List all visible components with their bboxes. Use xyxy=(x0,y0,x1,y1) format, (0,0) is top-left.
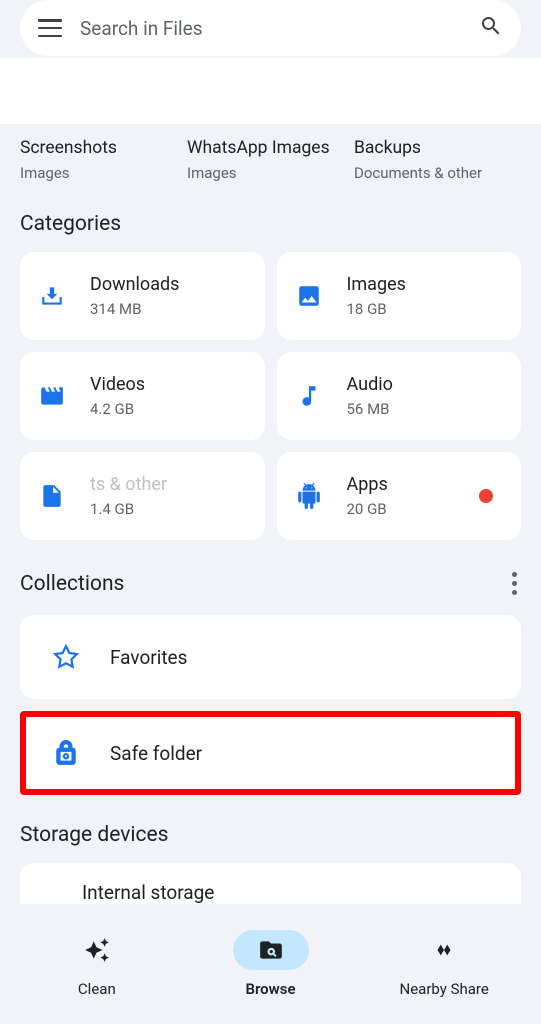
category-size: 4.2 GB xyxy=(90,400,145,418)
category-audio[interactable]: Audio 56 MB xyxy=(277,352,522,440)
search-bar[interactable]: Search in Files xyxy=(20,0,521,56)
folder-screenshots[interactable]: Screenshots Images xyxy=(20,138,187,182)
category-title: Images xyxy=(347,274,406,295)
category-title: Videos xyxy=(90,374,145,395)
clean-icon xyxy=(59,930,135,970)
nav-label: Browse xyxy=(245,980,295,998)
apps-icon xyxy=(295,482,323,510)
nav-label: Clean xyxy=(78,980,116,998)
storage-header: Storage devices xyxy=(0,795,541,863)
collections-header: Collections xyxy=(0,540,541,615)
folder-sub: Images xyxy=(20,164,187,182)
category-title: Apps xyxy=(347,474,388,495)
category-downloads[interactable]: Downloads 314 MB xyxy=(20,252,265,340)
category-title: ts & other xyxy=(90,474,167,495)
collections-title: Collections xyxy=(20,572,124,596)
category-documents[interactable]: ts & other 1.4 GB xyxy=(20,452,265,540)
category-size: 314 MB xyxy=(90,300,179,318)
nav-label: Nearby Share xyxy=(400,980,489,998)
folder-title: Screenshots xyxy=(20,138,187,158)
nearby-share-icon xyxy=(406,930,482,970)
nav-browse[interactable]: Browse xyxy=(184,930,358,998)
bottom-nav: Clean Browse Nearby Share xyxy=(0,914,541,1024)
menu-icon[interactable] xyxy=(38,19,62,37)
storage-item-title: Internal storage xyxy=(82,881,214,904)
image-icon xyxy=(295,282,323,310)
more-icon[interactable] xyxy=(508,568,521,599)
video-icon xyxy=(38,382,66,410)
collection-favorites[interactable]: Favorites xyxy=(20,615,521,699)
search-icon[interactable] xyxy=(479,14,503,42)
folder-whatsapp[interactable]: WhatsApp Images Images xyxy=(187,138,354,182)
highlight-annotation: Safe folder xyxy=(20,711,521,795)
collection-safe-folder[interactable]: Safe folder xyxy=(26,717,515,789)
category-size: 56 MB xyxy=(347,400,393,418)
folder-title: Backups xyxy=(354,138,521,158)
collection-title: Safe folder xyxy=(110,742,202,765)
nav-clean[interactable]: Clean xyxy=(10,930,184,998)
recent-folders: Screenshots Images WhatsApp Images Image… xyxy=(0,124,541,200)
lock-icon xyxy=(52,739,80,767)
category-grid: Downloads 314 MB Images 18 GB Videos 4.2… xyxy=(0,252,541,540)
document-icon xyxy=(38,482,66,510)
download-icon xyxy=(38,282,66,310)
search-placeholder: Search in Files xyxy=(80,17,461,40)
category-size: 18 GB xyxy=(347,300,406,318)
categories-header: Categories xyxy=(0,200,541,252)
folder-sub: Images xyxy=(187,164,354,182)
category-size: 20 GB xyxy=(347,500,388,518)
thumbnail-strip xyxy=(0,58,541,124)
star-icon xyxy=(52,643,80,671)
collections-list: Favorites Safe folder xyxy=(0,615,541,795)
category-title: Downloads xyxy=(90,274,179,295)
category-videos[interactable]: Videos 4.2 GB xyxy=(20,352,265,440)
category-images[interactable]: Images 18 GB xyxy=(277,252,522,340)
category-size: 1.4 GB xyxy=(90,500,167,518)
folder-sub: Documents & other xyxy=(354,164,521,182)
folder-title: WhatsApp Images xyxy=(187,138,354,158)
audio-icon xyxy=(295,382,323,410)
collection-title: Favorites xyxy=(110,646,187,669)
categories-title: Categories xyxy=(20,212,121,236)
browse-icon xyxy=(233,930,309,970)
storage-title: Storage devices xyxy=(20,823,168,847)
storage-internal[interactable]: Internal storage xyxy=(20,863,521,904)
nav-nearby-share[interactable]: Nearby Share xyxy=(357,930,531,998)
notification-dot xyxy=(479,489,493,503)
category-apps[interactable]: Apps 20 GB xyxy=(277,452,522,540)
category-title: Audio xyxy=(347,374,393,395)
folder-backups[interactable]: Backups Documents & other xyxy=(354,138,521,182)
